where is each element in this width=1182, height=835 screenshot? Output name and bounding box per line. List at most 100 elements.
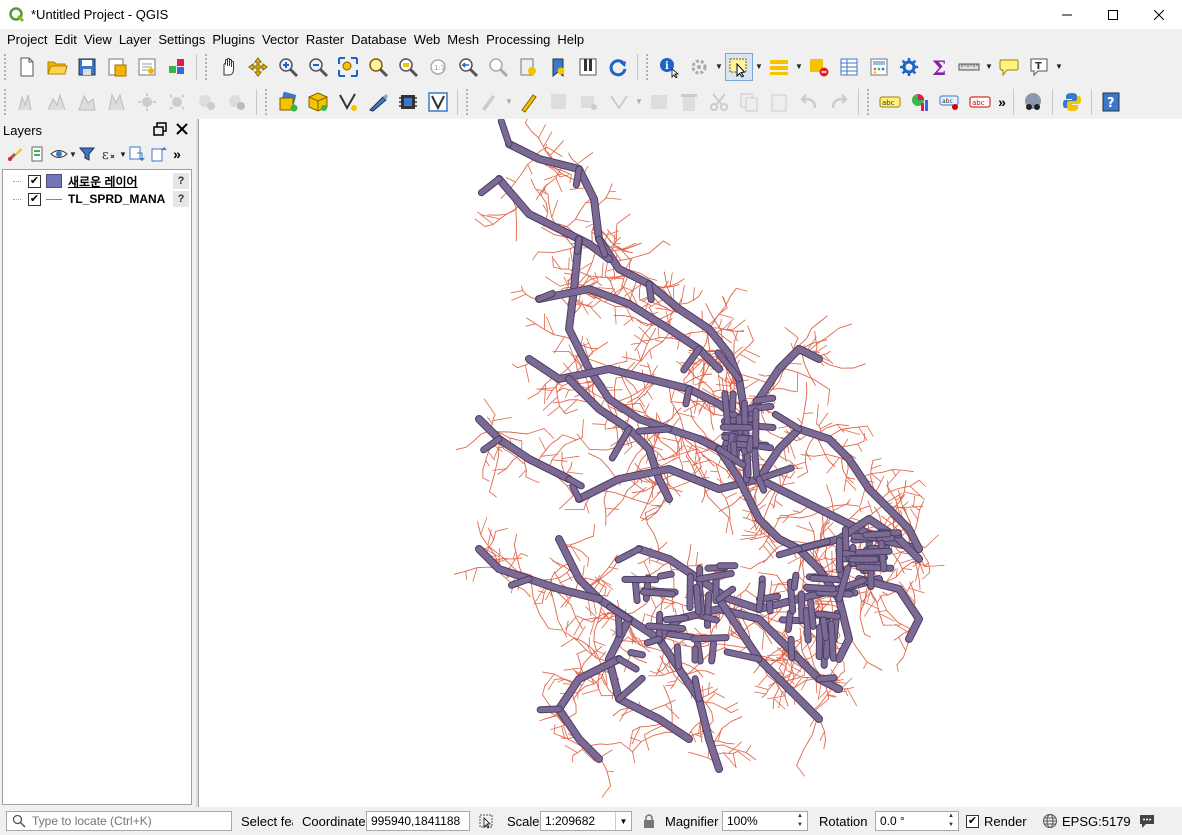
python-console-button[interactable] — [1058, 88, 1086, 116]
layers-toolbar-overflow[interactable]: » — [170, 146, 184, 162]
crs-button[interactable]: EPSG:5179 — [1042, 807, 1131, 835]
current-edits-dropdown[interactable]: ▼ — [504, 88, 514, 116]
vertex-tool-button[interactable] — [334, 88, 362, 116]
menu-project[interactable]: Project — [0, 30, 51, 49]
open-project-button[interactable] — [43, 53, 71, 81]
digitize-curve-button[interactable] — [43, 88, 71, 116]
menu-plugins[interactable]: Plugins — [209, 30, 259, 49]
coordinate-field[interactable]: 995940,1841188 — [366, 811, 470, 831]
lock-scale-button[interactable] — [642, 807, 656, 835]
new-bookmark-button[interactable] — [514, 53, 542, 81]
text-annotation-button[interactable]: T — [1025, 53, 1053, 81]
digitize-area-button[interactable] — [73, 88, 101, 116]
scale-combo[interactable]: 1:209682 ▼ — [540, 811, 632, 831]
actions-button[interactable] — [685, 53, 713, 81]
style-manager-button[interactable] — [163, 53, 191, 81]
menu-processing[interactable]: Processing — [483, 30, 554, 49]
redo-button[interactable] — [825, 88, 853, 116]
zoom-next-button[interactable] — [484, 53, 512, 81]
zoom-last-button[interactable] — [454, 53, 482, 81]
gps-button[interactable] — [394, 88, 422, 116]
identify-button[interactable]: i — [655, 53, 683, 81]
zoom-to-selection-button[interactable] — [364, 53, 392, 81]
print-layout-button[interactable] — [133, 53, 161, 81]
current-edits-button[interactable] — [475, 88, 503, 116]
map-canvas[interactable] — [198, 119, 1182, 807]
zoom-native-button[interactable]: 1:1 — [424, 53, 452, 81]
ring-tool-2-button[interactable] — [223, 88, 251, 116]
copy-features-button[interactable] — [735, 88, 763, 116]
pan-to-selection-button[interactable] — [244, 53, 272, 81]
float-panel-button[interactable] — [152, 121, 168, 137]
modify-attributes-button[interactable] — [645, 88, 673, 116]
collapse-all-button[interactable] — [148, 143, 170, 165]
menu-layer[interactable]: Layer — [115, 30, 155, 49]
toggle-editing-button[interactable] — [515, 88, 543, 116]
layer-row[interactable]: ✔ TL_SPRD_MANA ? — [3, 190, 191, 208]
menu-edit[interactable]: Edit — [51, 30, 80, 49]
filter-by-expression-button[interactable]: ε — [98, 143, 120, 165]
menu-raster[interactable]: Raster — [302, 30, 347, 49]
rotation-spinbox[interactable]: 0.0 ° ▲ ▼ — [875, 811, 959, 831]
select-by-value-dropdown[interactable]: ▼ — [794, 53, 804, 81]
toolbar-overflow-button[interactable]: » — [995, 94, 1009, 110]
spinner-arrows-icon[interactable]: ▲ ▼ — [793, 812, 807, 830]
toolbar-grip[interactable] — [4, 88, 9, 115]
filter-legend-button[interactable] — [76, 143, 98, 165]
temporal-controller-button[interactable] — [574, 53, 602, 81]
toolbar-grip[interactable] — [646, 53, 651, 80]
select-features-button[interactable] — [725, 52, 753, 81]
style-layer-button[interactable] — [4, 143, 26, 165]
toolbar-grip[interactable] — [867, 88, 872, 115]
save-edits-button[interactable] — [545, 88, 573, 116]
layer-visibility-checkbox[interactable]: ✔ — [28, 192, 41, 206]
save-project-button[interactable] — [73, 53, 101, 81]
layer-visibility-checkbox[interactable]: ✔ — [28, 174, 41, 188]
close-panel-button[interactable] — [174, 121, 190, 137]
deselect-button[interactable] — [805, 53, 833, 81]
shape-digitize-button[interactable] — [133, 88, 161, 116]
toolbar-grip[interactable] — [4, 53, 9, 80]
digitize-split-button[interactable] — [103, 88, 131, 116]
undo-button[interactable] — [795, 88, 823, 116]
vertex-edit-button[interactable] — [605, 88, 633, 116]
ring-tool-button[interactable] — [193, 88, 221, 116]
show-hide-labels-button[interactable]: abc — [966, 88, 994, 116]
label-tool-button[interactable]: abc — [876, 88, 904, 116]
menu-mesh[interactable]: Mesh — [444, 30, 483, 49]
advanced-digitizing-button[interactable] — [13, 88, 41, 116]
digitize-button[interactable] — [364, 88, 392, 116]
unknown-crs-icon[interactable]: ? — [173, 191, 189, 207]
close-button[interactable] — [1136, 0, 1182, 30]
locator-bar[interactable] — [6, 811, 232, 831]
annotation-dropdown[interactable]: ▼ — [1054, 53, 1064, 81]
add-feature-button[interactable] — [575, 88, 603, 116]
field-calculator-button[interactable] — [865, 53, 893, 81]
add-group-button[interactable] — [26, 143, 48, 165]
locator-input[interactable] — [30, 813, 230, 829]
cut-features-button[interactable] — [705, 88, 733, 116]
magnifier-spinbox[interactable]: 100% ▲ ▼ — [722, 811, 808, 831]
pin-labels-button[interactable]: abc — [936, 88, 964, 116]
messages-button[interactable] — [1138, 807, 1156, 835]
render-checkbox[interactable]: ✔ — [966, 807, 979, 835]
measure-button[interactable] — [955, 53, 983, 81]
data-source-manager-button[interactable] — [274, 88, 302, 116]
refresh-button[interactable] — [604, 53, 632, 81]
show-bookmarks-button[interactable] — [544, 53, 572, 81]
layer-row[interactable]: ✔ 새로운 레이어 ? — [3, 172, 191, 190]
pan-button[interactable] — [214, 53, 242, 81]
minimize-button[interactable] — [1044, 0, 1090, 30]
georeferencer-button[interactable] — [424, 88, 452, 116]
vertex-edit-dropdown[interactable]: ▼ — [634, 88, 644, 116]
toolbar-grip[interactable] — [205, 53, 210, 80]
zoom-in-button[interactable] — [274, 53, 302, 81]
delete-selected-button[interactable] — [675, 88, 703, 116]
help-button[interactable]: ? — [1097, 88, 1125, 116]
shape-digitize-2-button[interactable] — [163, 88, 191, 116]
menu-database[interactable]: Database — [348, 30, 411, 49]
attribute-table-button[interactable] — [835, 53, 863, 81]
unknown-crs-icon[interactable]: ? — [173, 173, 189, 189]
processing-toolbox-button[interactable] — [895, 53, 923, 81]
zoom-out-button[interactable] — [304, 53, 332, 81]
